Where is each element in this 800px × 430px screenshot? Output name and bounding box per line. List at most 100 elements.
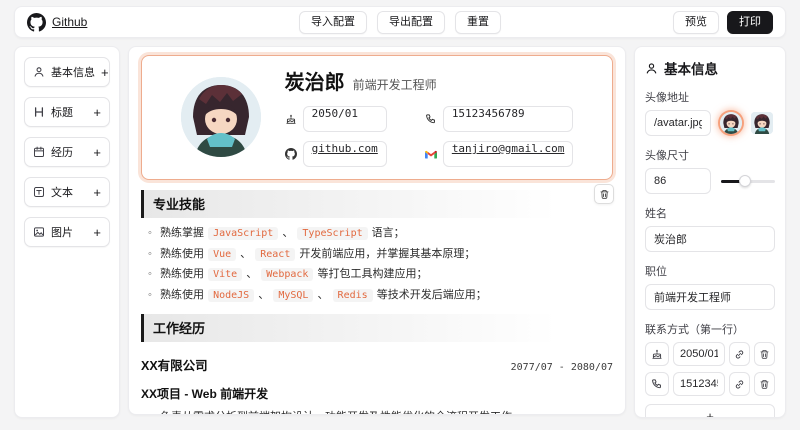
code-chip: JavaScript [208, 227, 279, 240]
work-section-title: 工作经历 [141, 313, 613, 342]
contact-item[interactable]: github.com [284, 141, 387, 167]
import-config-button[interactable]: 导入配置 [299, 10, 367, 34]
skill-text: 熟练使用 [160, 247, 208, 260]
work-period: 2077/07 - 2080/07 [510, 361, 613, 373]
skill-text: 等技术开发后端应用； [373, 288, 487, 301]
sidebar-item-image[interactable]: 图片 + [24, 217, 110, 247]
contact-item: 15123456789 [425, 106, 574, 132]
resume-job-title: 前端开发工程师 [352, 78, 437, 92]
skill-text: 熟练掌握 [160, 227, 208, 239]
topbar: Github 导入配置 导出配置 重置 预览 打印 [14, 6, 786, 38]
work-company: XX有限公司 [141, 358, 208, 373]
contact-delete-button[interactable] [754, 342, 775, 366]
export-config-button[interactable]: 导出配置 [377, 10, 445, 34]
phone-icon [425, 113, 437, 125]
print-button[interactable]: 打印 [727, 10, 773, 34]
contact-value-input[interactable] [673, 342, 725, 366]
skills-section[interactable]: 专业技能 熟练掌握 JavaScript 、 TypeScript 语言； 熟练使… [129, 184, 625, 304]
contact-value-input[interactable] [673, 372, 725, 396]
job-label: 职位 [645, 266, 667, 278]
skill-item: 熟练使用 NodeJS 、 MySQL 、 Redis 等技术开发后端应用； [148, 287, 613, 304]
code-chip: Webpack [261, 268, 314, 282]
sidebar-item-experience[interactable]: 经历 + [24, 137, 110, 167]
name-input[interactable] [645, 226, 775, 252]
heading-icon [33, 106, 45, 118]
contact-item: 2050/01 [285, 106, 387, 132]
contact-icon-picker-button[interactable] [645, 342, 669, 366]
avatar-size-slider[interactable] [721, 174, 775, 188]
sidebar-item-label: 标题 [51, 107, 73, 119]
birthday-icon [651, 348, 663, 360]
job-input[interactable] [645, 284, 775, 310]
skill-item: 熟练使用 Vue 、 React 开发前端应用，并掌握其基本原理； [148, 246, 613, 263]
phone-icon [651, 378, 663, 390]
avatar-shape-square-option[interactable] [751, 112, 773, 134]
avatar-url-label: 头像地址 [645, 92, 689, 104]
slider-thumb[interactable] [739, 175, 752, 187]
sidebar-item-label: 图片 [51, 227, 73, 239]
add-block-plus: + [93, 104, 101, 120]
add-block-plus: + [93, 184, 101, 200]
skill-text: 、 [279, 227, 297, 239]
skill-item: 熟练使用 Vite 、 Webpack 等打包工具构建应用； [148, 266, 613, 283]
github-logo-icon [27, 12, 46, 32]
resume-name: 炭治郎 [284, 72, 345, 94]
github-icon [284, 148, 297, 160]
code-chip: Redis [332, 288, 373, 302]
code-chip: React [255, 247, 296, 261]
name-label: 姓名 [645, 208, 667, 220]
add-block-plus: + [101, 64, 109, 80]
image-icon [33, 226, 45, 238]
avatar-size-input[interactable] [645, 168, 711, 194]
link-icon [734, 379, 745, 390]
contact-line-1-label: 联系方式（第一行） [645, 324, 744, 336]
sidebar-item-label: 经历 [51, 147, 73, 159]
birthday-icon [285, 113, 297, 125]
work-bullet: 负责从需求分析到前端架构设计、功能开发及性能优化的全流程开发工作。 [148, 409, 613, 414]
brand[interactable]: Github [27, 12, 87, 32]
resume-preview: 炭治郎 前端开发工程师 2050/01 15123456789 github.com… [129, 55, 625, 414]
skill-text: 、 [255, 288, 273, 301]
gmail-icon [424, 148, 437, 160]
sidebar-item-heading[interactable]: 标题 + [24, 97, 110, 127]
delete-block-button[interactable] [594, 184, 614, 204]
sidebar-item-label: 文本 [51, 187, 73, 199]
work-bullets: 负责从需求分析到前端架构设计、功能开发及性能优化的全流程开发工作。坚持与产品、设… [141, 409, 613, 414]
contact-delete-button[interactable] [754, 372, 775, 396]
resume-avatar [180, 76, 261, 157]
preview-button[interactable]: 预览 [673, 10, 719, 34]
contact-line-1-add-button[interactable]: + [645, 404, 775, 417]
code-chip: NodeJS [208, 288, 255, 302]
work-project-title: XX项目 - Web 前端开发 [141, 386, 269, 401]
github-link[interactable]: Github [52, 15, 87, 29]
contact-icon-picker-button[interactable] [645, 372, 669, 396]
text-icon [33, 186, 45, 198]
sidebar: 基本信息 + 标题 + 经历 + 文本 + 图片 + [14, 46, 120, 418]
code-chip: Vite [208, 268, 243, 282]
contact-text: 2050/01 [302, 106, 387, 132]
avatar-shape-circle-option[interactable] [720, 112, 742, 134]
contact-link-button[interactable] [729, 372, 750, 396]
settings-panel: 基本信息 头像地址 头像尺寸 姓名 职位 联系方式（第一行）+联系方式（第二行）… [634, 46, 786, 418]
sidebar-item-text[interactable]: 文本 + [24, 177, 110, 207]
code-chip: MySQL [273, 288, 314, 302]
skills-section-title: 专业技能 [141, 190, 613, 218]
skill-text: 、 [243, 268, 261, 281]
sidebar-item-basic-info[interactable]: 基本信息 + [24, 57, 110, 87]
trash-icon [759, 349, 770, 360]
contact-item[interactable]: tanjiro@gmail.com [424, 141, 574, 167]
reset-button[interactable]: 重置 [455, 10, 501, 34]
skill-text: 语言； [368, 227, 405, 239]
work-section[interactable]: 工作经历 XX有限公司 2077/07 - 2080/07 XX项目 - Web… [129, 313, 625, 414]
contact-link-button[interactable] [729, 342, 750, 366]
skill-text: 熟练使用 [160, 268, 208, 281]
panel-title: 基本信息 [645, 58, 775, 78]
contact-line-1-row [645, 342, 775, 366]
avatar-size-label: 头像尺寸 [645, 150, 689, 162]
resume-canvas: 炭治郎 前端开发工程师 2050/01 15123456789 github.com… [128, 46, 626, 415]
calendar-icon [33, 146, 45, 158]
avatar-url-input[interactable] [645, 110, 711, 136]
resume-header-block[interactable]: 炭治郎 前端开发工程师 2050/01 15123456789 github.com… [141, 55, 613, 180]
skill-text: 等打包工具构建应用； [314, 268, 428, 281]
config-actions: 导入配置 导出配置 重置 [299, 10, 501, 34]
